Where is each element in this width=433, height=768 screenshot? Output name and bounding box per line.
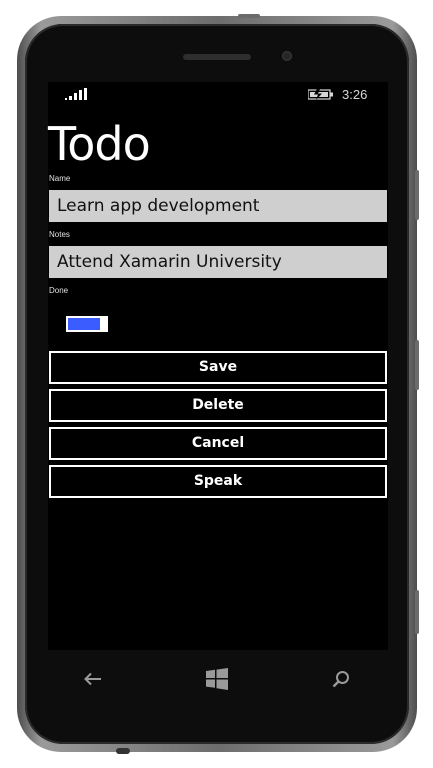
search-button[interactable]: [326, 664, 356, 694]
navigation-bar: [48, 650, 388, 708]
page-title: Todo: [48, 117, 151, 171]
toggle-thumb[interactable]: [100, 316, 106, 332]
front-camera: [282, 51, 292, 61]
notes-field[interactable]: Attend Xamarin University: [49, 246, 387, 278]
volume-button: [415, 170, 419, 220]
app-screen: 3:26 Todo Name Learn app development Not…: [48, 82, 388, 650]
done-toggle[interactable]: [66, 316, 108, 332]
battery-charging-icon: [308, 89, 333, 100]
back-arrow-icon: [84, 672, 101, 686]
name-field[interactable]: Learn app development: [49, 190, 387, 222]
back-button[interactable]: [78, 664, 108, 694]
signal-strength-icon: [65, 88, 87, 100]
status-time: 3:26: [342, 87, 368, 102]
notes-label: Notes: [49, 230, 70, 239]
speak-button[interactable]: Speak: [49, 465, 387, 498]
power-button: [238, 14, 260, 18]
cancel-button[interactable]: Cancel: [49, 427, 387, 460]
bottom-connector: [116, 748, 130, 754]
toggle-fill: [68, 318, 100, 330]
earpiece-speaker: [183, 54, 251, 60]
name-label: Name: [49, 174, 71, 183]
delete-button[interactable]: Delete: [49, 389, 387, 422]
save-button[interactable]: Save: [49, 351, 387, 384]
done-label: Done: [49, 286, 69, 295]
windows-start-icon: [206, 668, 228, 690]
search-icon: [332, 671, 349, 688]
status-bar: 3:26: [48, 82, 388, 106]
camera-button: [415, 340, 419, 390]
start-button[interactable]: [202, 664, 232, 694]
side-button: [415, 590, 419, 634]
